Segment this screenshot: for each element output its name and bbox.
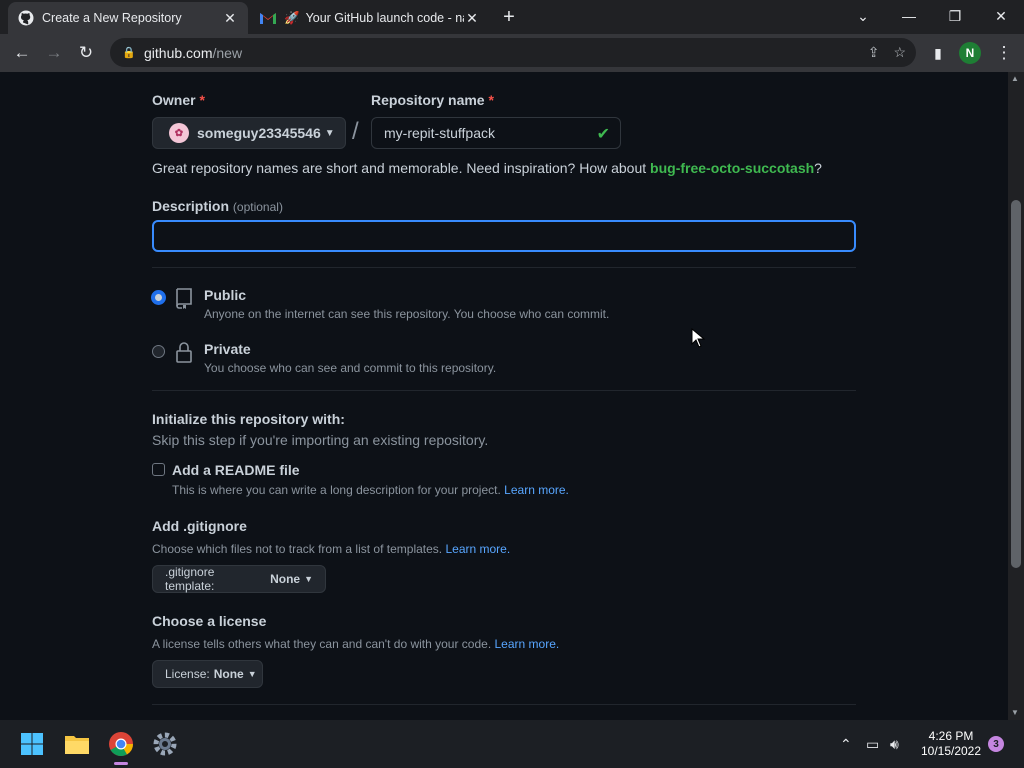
public-label: Public — [204, 287, 247, 303]
profile-avatar[interactable]: N — [959, 42, 981, 64]
repo-name-value: my-repit-stuffpack — [384, 125, 495, 141]
share-icon[interactable]: ⇪ — [868, 44, 880, 61]
window-close-button[interactable]: ✕ — [978, 0, 1024, 32]
owner-label: Owner * — [152, 92, 205, 108]
owner-avatar: ✿ — [169, 123, 189, 143]
owner-select[interactable]: ✿ someguy23345546 ▼ — [152, 117, 346, 149]
system-clock[interactable]: 4:26 PM 10/15/2022 — [918, 729, 984, 759]
minimize-button[interactable]: — — [886, 0, 932, 32]
menu-icon[interactable]: ⋮ — [990, 39, 1018, 67]
file-explorer-icon[interactable] — [63, 730, 91, 758]
public-description: Anyone on the internet can see this repo… — [204, 307, 610, 321]
init-subtext: Skip this step if you're importing an ex… — [152, 432, 489, 448]
divider — [152, 267, 856, 268]
name-suggestion-link[interactable]: bug-free-octo-succotash — [650, 160, 814, 176]
volume-icon[interactable]: 🔊︎ — [890, 736, 899, 753]
lock-icon — [174, 340, 194, 364]
url-host: github.com — [144, 44, 213, 61]
lock-icon: 🔒 — [122, 47, 136, 59]
new-tab-button[interactable]: + — [498, 6, 520, 28]
readme-description: This is where you can write a long descr… — [172, 483, 569, 497]
license-description: A license tells others what they can and… — [152, 637, 560, 651]
license-learn-more-link[interactable]: Learn more. — [495, 637, 560, 651]
tab-create-repository[interactable]: Create a New Repository ✕ — [8, 2, 248, 34]
back-button[interactable]: ← — [8, 39, 36, 67]
tab-title: Create a New Repository — [42, 11, 182, 25]
page-content: Owner * Repository name * ✿ someguy23345… — [0, 72, 1008, 720]
check-icon: ✔ — [596, 126, 610, 143]
browser-toolbar: ← → ↻ 🔒 github.com/new ⇪ ☆ ▮ N ⋮ — [0, 34, 1024, 72]
repo-name-label: Repository name * — [371, 92, 494, 108]
owner-value: someguy23345546 — [197, 125, 321, 141]
readme-checkbox[interactable] — [152, 463, 165, 476]
windows-start-icon[interactable] — [18, 730, 46, 758]
license-heading: Choose a license — [152, 613, 267, 629]
bookmark-star-icon[interactable]: ☆ — [893, 44, 906, 61]
gitignore-heading: Add .gitignore — [152, 518, 247, 534]
url-path: /new — [212, 44, 243, 61]
public-radio[interactable] — [152, 291, 165, 304]
repo-name-input[interactable]: my-repit-stuffpack ✔ — [371, 117, 621, 149]
gitignore-template-select[interactable]: .gitignore template: None ▼ — [152, 565, 326, 593]
caret-down-icon: ▼ — [247, 669, 257, 679]
gitignore-description: Choose which files not to track from a l… — [152, 542, 511, 556]
chrome-icon[interactable] — [107, 730, 135, 758]
description-input[interactable] — [152, 220, 856, 252]
caret-down-icon: ▼ — [324, 127, 335, 139]
readme-label: Add a README file — [172, 462, 300, 478]
network-icon[interactable]: ▭ — [866, 736, 879, 753]
close-icon[interactable]: ✕ — [464, 10, 480, 26]
divider — [152, 704, 856, 705]
forward-button[interactable]: → — [40, 39, 68, 67]
gmail-icon — [260, 10, 276, 26]
address-bar[interactable]: 🔒 github.com/new ⇪ ☆ — [110, 38, 916, 67]
browser-tab-strip: Create a New Repository ✕ 🚀 Your GitHub l… — [0, 0, 1024, 34]
caret-down-icon: ▼ — [304, 574, 313, 584]
description-label: Description (optional) — [152, 198, 283, 214]
init-heading: Initialize this repository with: — [152, 411, 345, 427]
repo-icon — [174, 286, 194, 310]
owner-repo-separator: / — [352, 118, 359, 145]
settings-gear-icon[interactable] — [151, 730, 179, 758]
windows-taskbar: ⌃ ▭ 🔊︎ 4:26 PM 10/15/2022 3 — [0, 720, 1024, 768]
close-icon[interactable]: ✕ — [222, 10, 238, 26]
tab-gmail[interactable]: 🚀 Your GitHub launch code - na ✕ — [250, 2, 490, 34]
rocket-icon: 🚀 — [284, 10, 300, 25]
divider — [152, 390, 856, 391]
private-description: You choose who can see and commit to thi… — [204, 361, 497, 375]
side-panel-icon[interactable]: ▮ — [924, 39, 952, 67]
clock-time: 4:26 PM — [928, 729, 974, 743]
scroll-down-icon[interactable]: ▼ — [1011, 708, 1019, 717]
mouse-cursor-icon — [691, 327, 706, 353]
gitignore-learn-more-link[interactable]: Learn more. — [445, 542, 510, 556]
private-radio[interactable] — [152, 345, 165, 358]
tab-title: 🚀 Your GitHub launch code - na — [284, 10, 464, 25]
chevron-up-icon[interactable]: ⌃ — [840, 736, 852, 753]
notification-badge[interactable]: 3 — [988, 736, 1004, 752]
clock-date: 10/15/2022 — [920, 744, 982, 758]
reload-button[interactable]: ↻ — [72, 39, 100, 67]
github-icon — [18, 10, 34, 26]
license-select[interactable]: License: None ▼ — [152, 660, 263, 688]
scrollbar-thumb[interactable] — [1011, 200, 1021, 568]
scroll-up-icon[interactable]: ▲ — [1011, 74, 1019, 83]
readme-learn-more-link[interactable]: Learn more. — [504, 483, 569, 497]
restore-button[interactable]: ❐ — [932, 0, 978, 32]
tab-search-icon[interactable]: ⌄ — [840, 0, 886, 32]
active-app-indicator — [114, 762, 128, 765]
private-label: Private — [204, 341, 251, 357]
repo-name-hint: Great repository names are short and mem… — [152, 160, 822, 176]
